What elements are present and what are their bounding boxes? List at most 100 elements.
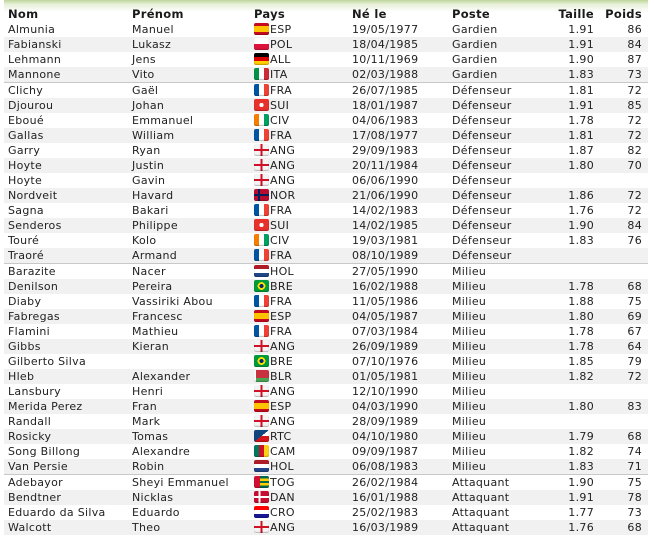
table-row[interactable]: Sagna Bakari FRA 14/02/1983 Défenseur 1.76 72 bbox=[4, 203, 648, 218]
country-code: SUI bbox=[270, 99, 290, 112]
cell-poids: 71 bbox=[600, 459, 648, 475]
cell-ne-le: 21/06/1990 bbox=[348, 188, 448, 203]
table-row[interactable]: Rosicky Tomas RTC 04/10/1980 Milieu 1.79 68 bbox=[4, 429, 648, 444]
table-row[interactable]: Randall Mark ANG 28/09/1989 Milieu bbox=[4, 414, 648, 429]
cell-pays: ANG bbox=[250, 339, 348, 354]
cell-taille-text: 1.82 bbox=[568, 445, 594, 458]
flag-ang-icon bbox=[254, 144, 269, 156]
header-pays[interactable]: Pays bbox=[250, 0, 348, 22]
table-row[interactable]: Van Persie Robin HOL 06/08/1983 Milieu 1.83 71 bbox=[4, 459, 648, 475]
table-row[interactable]: Song Billong Alexandre CAM 09/09/1987 Milieu… bbox=[4, 444, 648, 459]
cell-pays: FRA bbox=[250, 203, 348, 218]
cell-nom-text: Fabianski bbox=[8, 38, 62, 51]
cell-poste: Milieu bbox=[448, 324, 538, 339]
cell-taille: 1.88 bbox=[538, 294, 600, 309]
cell-taille-text: 1.83 bbox=[568, 234, 594, 247]
table-row[interactable]: Lehmann Jens ALL 10/11/1969 Gardien 1.90 87 bbox=[4, 52, 648, 67]
table-row[interactable]: Hleb Alexander BLR 01/05/1981 Milieu 1.82 72 bbox=[4, 369, 648, 384]
table-row[interactable]: Garry Ryan ANG 29/09/1983 Défenseur 1.87 82 bbox=[4, 143, 648, 158]
cell-taille: 1.86 bbox=[538, 188, 600, 203]
table-row[interactable]: Fabianski Lukasz POL 18/04/1985 Gardien 1.91 8… bbox=[4, 37, 648, 52]
cell-ne-le-text: 26/09/1989 bbox=[352, 340, 419, 353]
table-row[interactable]: Almunia Manuel ESP 19/05/1977 Gardien 1.91 86 bbox=[4, 22, 648, 37]
table-row[interactable]: Hoyte Justin ANG 20/11/1984 Défenseur 1.80 70 bbox=[4, 158, 648, 173]
cell-nom: Lehmann bbox=[4, 52, 128, 67]
cell-poids: 85 bbox=[600, 98, 648, 113]
table-row[interactable]: Bendtner Nicklas DAN 16/01/1988 Attaquant 1.9… bbox=[4, 490, 648, 505]
cell-poids-text: 68 bbox=[627, 280, 642, 293]
cell-pays: ANG bbox=[250, 158, 348, 173]
cell-taille-text: 1.80 bbox=[568, 400, 594, 413]
cell-poids-text: 73 bbox=[627, 506, 642, 519]
table-row[interactable]: Touré Kolo CIV 19/03/1981 Défenseur 1.83 76 bbox=[4, 233, 648, 248]
header-taille[interactable]: Taille bbox=[538, 0, 600, 22]
table-row[interactable]: Walcott Theo ANG 16/03/1989 Attaquant 1.76 68 bbox=[4, 520, 648, 535]
cell-poste-text: Gardien bbox=[452, 68, 498, 81]
cell-poste: Milieu bbox=[448, 429, 538, 444]
country-code: HOL bbox=[270, 460, 294, 473]
cell-taille: 1.76 bbox=[538, 203, 600, 218]
cell-ne-le-text: 16/03/1989 bbox=[352, 521, 419, 534]
cell-poste: Gardien bbox=[448, 52, 538, 67]
country-code: TOG bbox=[270, 476, 295, 489]
cell-taille-text: 1.80 bbox=[568, 159, 594, 172]
cell-nom: Flamini bbox=[4, 324, 128, 339]
header-nom[interactable]: Nom bbox=[4, 0, 128, 22]
table-row[interactable]: Adebayor Sheyi Emmanuel TOG 26/02/1984 Attaq… bbox=[4, 474, 648, 490]
cell-ne-le-text: 21/06/1990 bbox=[352, 189, 419, 202]
table-row[interactable]: Eduardo da Silva Eduardo CRO 25/02/1983 Atta… bbox=[4, 505, 648, 520]
cell-prenom-text: William bbox=[132, 129, 175, 142]
cell-prenom-text: Kolo bbox=[132, 234, 157, 247]
table-row[interactable]: Gallas William FRA 17/08/1977 Défenseur 1.81 7… bbox=[4, 128, 648, 143]
table-row[interactable]: Traoré Armand FRA 08/10/1989 Défenseur bbox=[4, 248, 648, 264]
cell-taille-text: 1.81 bbox=[568, 129, 594, 142]
cell-taille: 1.78 bbox=[538, 324, 600, 339]
header-poste[interactable]: Poste bbox=[448, 0, 538, 22]
header-ne-le[interactable]: Né le bbox=[348, 0, 448, 22]
table-row[interactable]: Djourou Johan SUI 18/01/1987 Défenseur 1.91 85 bbox=[4, 98, 648, 113]
cell-ne-le: 26/02/1984 bbox=[348, 474, 448, 490]
country-code: BRE bbox=[270, 355, 294, 368]
cell-poste-text: Attaquant bbox=[452, 476, 510, 489]
cell-ne-le-text: 04/06/1983 bbox=[352, 114, 419, 127]
cell-prenom-text: Mathieu bbox=[132, 325, 179, 338]
table-row[interactable]: Flamini Mathieu FRA 07/03/1984 Milieu 1.78 67 bbox=[4, 324, 648, 339]
table-row[interactable]: Diaby Vassiriki Abou FRA 11/05/1986 Milieu 1.… bbox=[4, 294, 648, 309]
country-code: RTC bbox=[270, 430, 292, 443]
cell-prenom: Manuel bbox=[128, 22, 250, 37]
cell-nom: Clichy bbox=[4, 82, 128, 98]
cell-poids bbox=[600, 414, 648, 429]
country-code: ANG bbox=[270, 159, 296, 172]
cell-nom: Gilberto Silva bbox=[4, 354, 128, 369]
country-code: NOR bbox=[270, 189, 296, 202]
cell-nom: Djourou bbox=[4, 98, 128, 113]
cell-ne-le-text: 18/01/1987 bbox=[352, 99, 419, 112]
cell-prenom: Jens bbox=[128, 52, 250, 67]
table-row[interactable]: Barazite Nacer HOL 27/05/1990 Milieu bbox=[4, 263, 648, 279]
table-row[interactable]: Nordveit Havard NOR 21/06/1990 Défenseur 1.86… bbox=[4, 188, 648, 203]
table-row[interactable]: Eboué Emmanuel CIV 04/06/1983 Défenseur 1.78 7… bbox=[4, 113, 648, 128]
table-row[interactable]: Merida Perez Fran ESP 04/03/1990 Milieu 1.80 8… bbox=[4, 399, 648, 414]
table-row[interactable]: Mannone Vito ITA 02/03/1988 Gardien 1.83 73 bbox=[4, 67, 648, 83]
cell-poste: Gardien bbox=[448, 22, 538, 37]
cell-poids: 69 bbox=[600, 309, 648, 324]
table-row[interactable]: Gibbs Kieran ANG 26/09/1989 Milieu 1.78 64 bbox=[4, 339, 648, 354]
table-row[interactable]: Denilson Pereira BRE 16/02/1988 Milieu 1.78 68 bbox=[4, 279, 648, 294]
cell-ne-le-text: 19/05/1977 bbox=[352, 23, 419, 36]
table-row[interactable]: Fabregas Francesc ESP 04/05/1987 Milieu 1.80 6… bbox=[4, 309, 648, 324]
cell-ne-le: 07/10/1976 bbox=[348, 354, 448, 369]
table-row[interactable]: Clichy Gaël FRA 26/07/1985 Défenseur 1.81 72 bbox=[4, 82, 648, 98]
table-row[interactable]: Senderos Philippe SUI 14/02/1985 Défenseur 1.… bbox=[4, 218, 648, 233]
cell-taille-text: 1.90 bbox=[568, 53, 594, 66]
cell-taille: 1.91 bbox=[538, 37, 600, 52]
header-poids[interactable]: Poids bbox=[600, 0, 648, 22]
header-prenom[interactable]: Prénom bbox=[128, 0, 250, 22]
cell-poids: 78 bbox=[600, 490, 648, 505]
table-row[interactable]: Gilberto Silva BRE 07/10/1976 Milieu 1.85 79 bbox=[4, 354, 648, 369]
table-row[interactable]: Lansbury Henri ANG 12/10/1990 Milieu bbox=[4, 384, 648, 399]
cell-pays: FRA bbox=[250, 82, 348, 98]
cell-ne-le: 25/02/1983 bbox=[348, 505, 448, 520]
cell-poste-text: Milieu bbox=[452, 370, 487, 383]
cell-poste-text: Milieu bbox=[452, 415, 487, 428]
table-row[interactable]: Hoyte Gavin ANG 06/06/1990 Défenseur bbox=[4, 173, 648, 188]
